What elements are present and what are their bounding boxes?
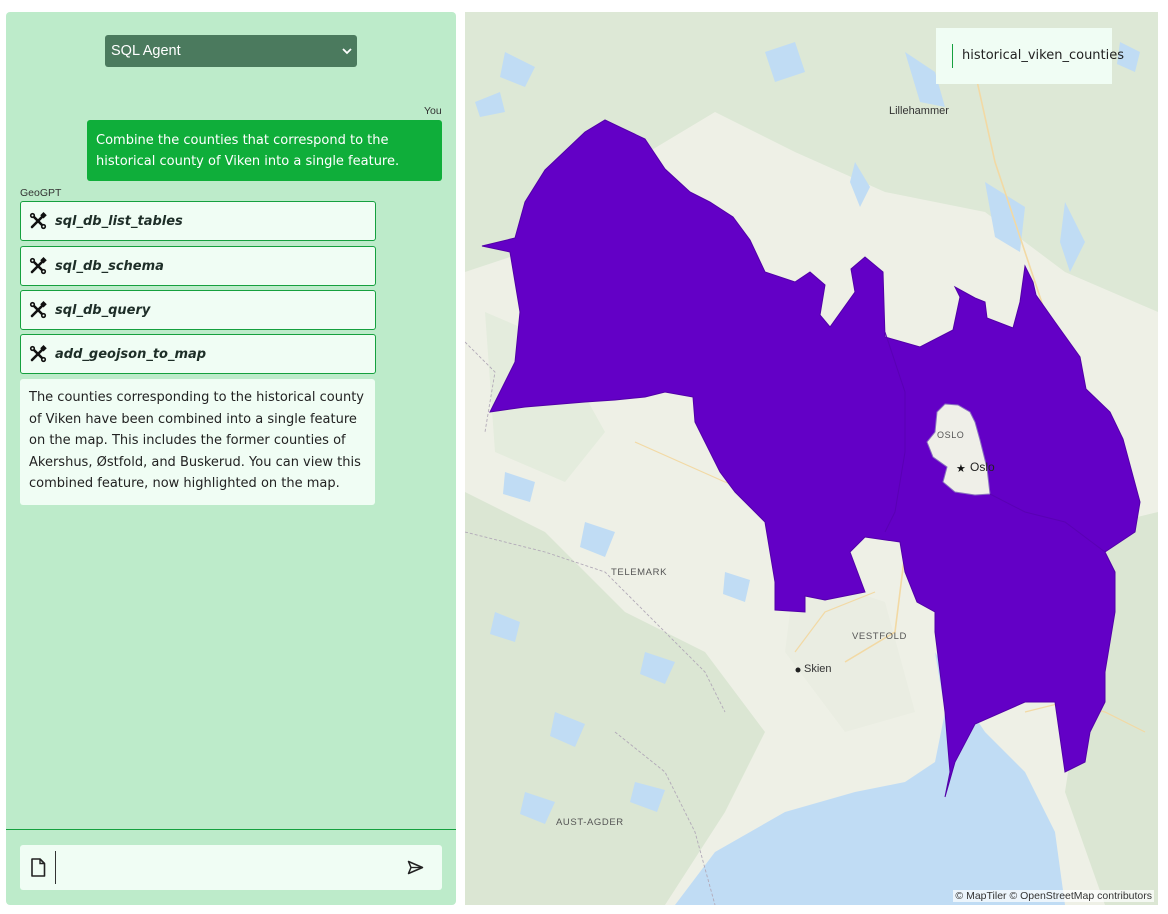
tools-icon [29,301,47,319]
map-label-oslo-city: Oslo [970,460,995,474]
tool-call-sql-db-schema[interactable]: sql_db_schema [20,246,376,286]
chat-panel: SQL Agent You Combine the counties that … [6,12,456,905]
map-label-oslo-county: OSLO [937,430,965,440]
assistant-message: The counties corresponding to the histor… [20,379,375,505]
input-divider [55,851,56,884]
message-input-bar [20,845,442,890]
assistant-sender-label: GeoGPT [20,187,62,199]
tool-call-label: sql_db_schema [55,259,164,274]
map-label-lillehammer: Lillehammer [889,105,949,117]
map-label-aust-agder: AUST-AGDER [556,817,624,828]
tool-call-sql-db-list-tables[interactable]: sql_db_list_tables [20,201,376,241]
chevron-down-icon [342,48,352,55]
layer-indicator [952,44,953,68]
map-label-vestfold: VESTFOLD [852,631,907,642]
map-label-telemark: TELEMARK [611,567,668,578]
tools-icon [29,257,47,275]
tool-call-sql-db-query[interactable]: sql_db_query [20,290,376,330]
tools-icon [29,212,47,230]
tool-call-label: sql_db_query [55,303,151,318]
map-panel[interactable]: ★ Lillehammer OSLO Oslo TELEMARK VESTFOL… [465,12,1158,905]
file-attach-icon[interactable] [30,858,46,877]
tools-icon [29,345,47,363]
message-input[interactable] [60,853,394,883]
tool-call-add-geojson-to-map[interactable]: add_geojson_to_map [20,334,376,374]
chat-divider [6,829,456,830]
agent-select-value: SQL Agent [111,43,181,59]
map-attribution[interactable]: © MapTiler © OpenStreetMap contributors [953,890,1154,902]
layer-name-historical-viken-counties[interactable]: historical_viken_counties [962,28,1124,84]
layer-list: historical_viken_counties [936,28,1124,84]
svg-text:★: ★ [956,462,966,475]
basemap: ★ [465,12,1158,905]
tool-call-label: add_geojson_to_map [55,347,207,362]
user-sender-label: You [424,105,442,117]
user-message: Combine the counties that correspond to … [87,120,442,181]
send-icon[interactable] [407,860,424,875]
tool-call-label: sql_db_list_tables [55,214,183,229]
map-label-skien: Skien [804,663,832,675]
agent-select[interactable]: SQL Agent [105,35,357,67]
